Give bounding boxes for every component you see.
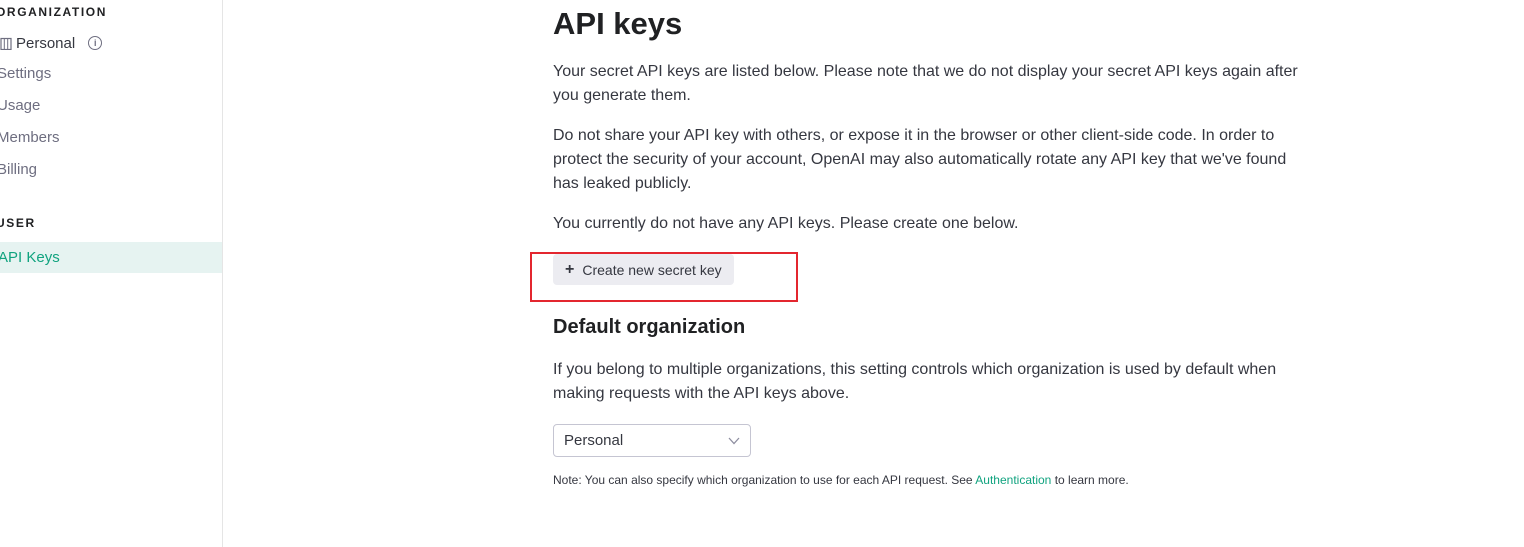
sidebar-item-settings[interactable]: Settings <box>0 64 51 84</box>
org-selector[interactable]: Personal i <box>0 33 103 53</box>
org-name: Personal <box>16 34 76 52</box>
page-title: API keys <box>553 6 683 41</box>
info-icon[interactable]: i <box>88 36 103 50</box>
user-section-title: USER <box>0 216 36 230</box>
sidebar-item-members[interactable]: Members <box>0 128 60 148</box>
create-secret-key-button[interactable]: + Create new secret key <box>553 254 734 285</box>
default-org-description: If you belong to multiple organizations,… <box>553 361 1277 402</box>
org-select-value: Personal <box>564 432 624 449</box>
intro-text: Your secret API keys are listed below. P… <box>553 63 1298 104</box>
sidebar: ORGANIZATION Personal i Settings Usage M… <box>0 0 223 547</box>
create-button-label: Create new secret key <box>582 261 722 278</box>
org-select[interactable]: Personal <box>553 424 751 457</box>
building-icon <box>0 37 12 50</box>
warning-text: Do not share your API key with others, o… <box>553 127 1287 192</box>
empty-state-text: You currently do not have any API keys. … <box>553 215 1019 232</box>
chevron-down-icon <box>728 437 740 444</box>
note-suffix: to learn more. <box>1054 473 1129 487</box>
sidebar-item-api-keys[interactable]: API Keys <box>0 242 222 273</box>
sidebar-item-label: API Keys <box>0 249 60 266</box>
authentication-link[interactable]: Authentication <box>975 473 1051 487</box>
note-text: Note: You can also specify which organiz… <box>553 473 1129 487</box>
sidebar-item-billing[interactable]: Billing <box>0 160 37 180</box>
default-org-heading: Default organization <box>553 316 746 338</box>
organization-section-title: ORGANIZATION <box>0 5 107 19</box>
sidebar-item-usage[interactable]: Usage <box>0 96 40 116</box>
note-prefix: Note: You can also specify which organiz… <box>553 473 973 487</box>
plus-icon: + <box>565 260 575 278</box>
